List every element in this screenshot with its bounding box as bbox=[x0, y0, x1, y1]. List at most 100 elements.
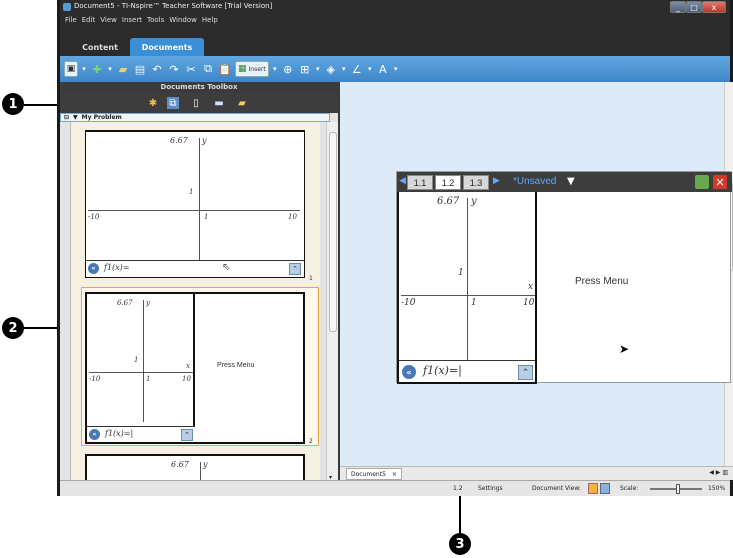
toolbox-header: Documents Toolbox bbox=[60, 82, 338, 93]
graph-panel: 6.67 y 1 x -10 1 10 « f1(x)=| ⌃ bbox=[87, 294, 195, 442]
y-max-label: 6.67 bbox=[437, 196, 460, 207]
content-explorer-icon[interactable]: ▰ bbox=[236, 97, 248, 109]
toolbox-scrollbar[interactable]: ▾ bbox=[326, 122, 338, 483]
page-thumbnail-3[interactable]: 6.67 y bbox=[85, 454, 305, 483]
y-max-label: 6.67 bbox=[171, 460, 189, 469]
slider-handle[interactable] bbox=[676, 484, 680, 494]
x-tick-label: 1 bbox=[471, 298, 477, 308]
menu-window[interactable]: Window bbox=[169, 16, 197, 24]
status-bar: 1.2 Settings Document View: Scale: 150% bbox=[60, 480, 730, 496]
scrollbar-thumb[interactable] bbox=[329, 132, 337, 332]
callout-3-leader bbox=[459, 494, 461, 534]
menu-help[interactable]: Help bbox=[202, 16, 218, 24]
document-status[interactable]: *Unsaved bbox=[513, 176, 556, 187]
chevron-down-icon[interactable]: ▾ bbox=[341, 61, 347, 77]
page-layout-icon[interactable]: ⊞ bbox=[298, 61, 312, 77]
x-max-label: 10 bbox=[523, 298, 535, 308]
document-tab[interactable]: Document5 × bbox=[346, 468, 402, 480]
y-tick-label: 1 bbox=[134, 356, 139, 364]
toolbar: ▣ ▾ ✚ ▾ ▰ ▤ ↶ ↷ ✂ ⧉ 📋 ▦ Insert ▾ ⊕ ⊞ ▾ ◈… bbox=[60, 56, 730, 82]
tab-page-1-1[interactable]: 1.1 bbox=[407, 175, 433, 190]
open-folder-icon[interactable]: ▰ bbox=[116, 61, 130, 77]
close-button[interactable]: x bbox=[702, 1, 726, 13]
chevron-down-icon[interactable]: ▾ bbox=[367, 61, 373, 77]
collapse-icon[interactable]: ⊟ bbox=[64, 114, 69, 121]
page-thumbnail-2[interactable]: 6.67 y 1 x -10 1 10 « f1(x)=| ⌃ Press Me… bbox=[85, 292, 305, 444]
menu-tools[interactable]: Tools bbox=[147, 16, 164, 24]
callout-2: 2 bbox=[2, 317, 24, 339]
maximize-button[interactable]: □ bbox=[686, 1, 702, 13]
page-tabs-bar: ◀ 1.1 1.2 1.3 ▶ *Unsaved ▼ ✕ bbox=[397, 172, 732, 192]
page-thumbnail-1[interactable]: 6.67 y 1 -10 1 10 « f1(x)= ⇖ ⌃ bbox=[85, 130, 305, 278]
settings-link[interactable]: Settings bbox=[478, 485, 503, 492]
history-icon[interactable]: « bbox=[402, 365, 416, 379]
app-window: Document5 - TI-Nspire™ Teacher Software … bbox=[57, 0, 733, 496]
calculator-icon[interactable]: ⊕ bbox=[281, 61, 295, 77]
expand-icon[interactable]: ⌃ bbox=[518, 365, 533, 380]
menu-file[interactable]: File bbox=[65, 16, 77, 24]
close-page-icon[interactable]: ✕ bbox=[713, 175, 727, 189]
calculator-icon[interactable] bbox=[695, 175, 709, 189]
y-max-label: 6.67 bbox=[170, 136, 188, 145]
expand-icon[interactable]: ⌃ bbox=[289, 263, 301, 275]
x-tick-label: 1 bbox=[204, 213, 209, 221]
emulator-icon[interactable]: ▯ bbox=[190, 97, 202, 109]
tools-icon[interactable]: ✱ bbox=[147, 97, 159, 109]
minimize-button[interactable]: _ bbox=[670, 1, 686, 13]
toolbox-tabs: ✱ ⧉ ▯ ▬ ▰ bbox=[60, 93, 338, 113]
function-entry-line[interactable]: « f1(x)= ⇖ ⌃ bbox=[86, 260, 304, 276]
redo-icon[interactable]: ↷ bbox=[167, 61, 181, 77]
chevron-down-icon[interactable]: ▾ bbox=[272, 61, 278, 77]
scale-label: Scale: bbox=[620, 485, 639, 492]
prev-page-icon[interactable]: ◀ bbox=[399, 176, 406, 186]
scroll-arrows-icon[interactable]: ◀ ▶ ▥ bbox=[709, 469, 728, 476]
insert-label: Insert bbox=[248, 65, 266, 73]
fill-color-icon[interactable]: ◈ bbox=[324, 61, 338, 77]
y-max-label: 6.67 bbox=[117, 299, 133, 307]
scale-slider[interactable] bbox=[650, 484, 702, 494]
menu-insert[interactable]: Insert bbox=[122, 16, 142, 24]
tab-page-1-3[interactable]: 1.3 bbox=[463, 175, 489, 190]
new-document-icon[interactable]: ✚ bbox=[90, 61, 104, 77]
menu-view[interactable]: View bbox=[100, 16, 117, 24]
history-icon[interactable]: « bbox=[88, 263, 99, 274]
tab-page-1-2[interactable]: 1.2 bbox=[435, 175, 461, 190]
page-sorter-icon[interactable]: ⧉ bbox=[167, 97, 179, 109]
document-icon[interactable]: ▣ bbox=[64, 61, 78, 77]
function-entry-line[interactable]: « f1(x)=| ⌃ bbox=[87, 426, 195, 442]
insert-button[interactable]: ▦ Insert bbox=[235, 61, 269, 77]
triangle-down-icon: ▼ bbox=[73, 114, 78, 121]
chevron-down-icon[interactable]: ▾ bbox=[315, 61, 321, 77]
chevron-down-icon[interactable]: ▾ bbox=[81, 61, 87, 77]
y-axis-label: y bbox=[202, 136, 207, 145]
chevron-down-icon[interactable]: ▼ bbox=[567, 176, 575, 187]
problem-header[interactable]: ⊟ ▼ My Problem bbox=[60, 113, 330, 122]
handheld-view-icon[interactable] bbox=[600, 483, 610, 494]
page-number-1: 1 bbox=[309, 275, 313, 282]
next-page-icon[interactable]: ▶ bbox=[493, 176, 500, 186]
text-color-icon[interactable]: A bbox=[376, 61, 390, 77]
save-icon[interactable]: ▤ bbox=[133, 61, 147, 77]
function-entry: f1(x)=| bbox=[105, 429, 134, 438]
undo-icon[interactable]: ↶ bbox=[150, 61, 164, 77]
function-entry-line[interactable]: « f1(x)=| ⌃ bbox=[399, 360, 535, 382]
history-icon[interactable]: « bbox=[89, 429, 100, 440]
paste-icon[interactable]: 📋 bbox=[218, 61, 232, 77]
callout-3: 3 bbox=[449, 533, 471, 555]
close-tab-icon[interactable]: × bbox=[392, 471, 397, 478]
cut-icon[interactable]: ✂ bbox=[184, 61, 198, 77]
chevron-down-icon[interactable]: ▾ bbox=[107, 61, 113, 77]
menu-edit[interactable]: Edit bbox=[82, 16, 96, 24]
utilities-icon[interactable]: ▬ bbox=[213, 97, 225, 109]
tab-content[interactable]: Content bbox=[70, 38, 130, 56]
y-tick-label: 1 bbox=[458, 268, 464, 278]
chevron-down-icon[interactable]: ▾ bbox=[393, 61, 399, 77]
copy-icon[interactable]: ⧉ bbox=[201, 61, 215, 77]
line-color-icon[interactable]: ∠ bbox=[350, 61, 364, 77]
tab-documents[interactable]: Documents bbox=[130, 38, 204, 56]
page-thumbnail-list: 6.67 y 1 -10 1 10 « f1(x)= ⇖ ⌃ 1 6.67 y … bbox=[70, 122, 320, 483]
x-axis-label: x bbox=[186, 362, 190, 370]
expand-icon[interactable]: ⌃ bbox=[181, 429, 193, 441]
computer-view-icon[interactable] bbox=[588, 483, 598, 494]
workspace-tabs: Content Documents bbox=[60, 26, 730, 56]
